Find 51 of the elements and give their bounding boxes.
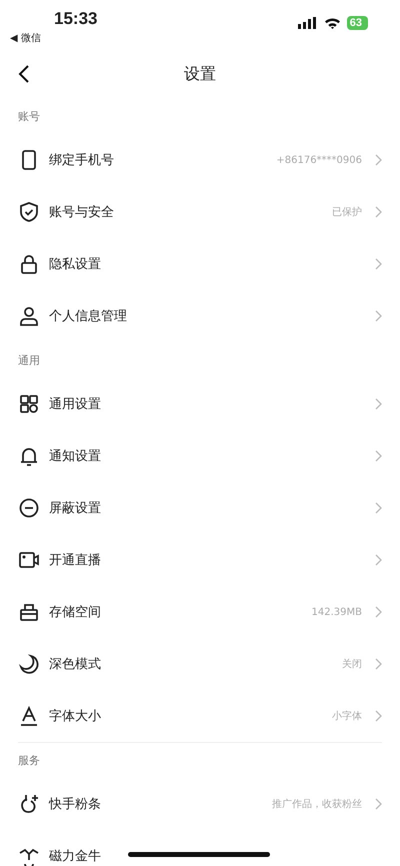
settings-row[interactable]: 个人信息管理 <box>0 290 400 342</box>
minus-circle-icon <box>18 497 40 519</box>
letter-icon <box>18 705 40 727</box>
chevron-right-icon <box>375 658 382 670</box>
battery-indicator: 63 <box>346 16 368 30</box>
chevron-right-icon <box>375 154 382 166</box>
back-icon[interactable] <box>18 64 30 84</box>
row-value: 推广作品，收获粉丝 <box>272 798 362 811</box>
wifi-icon <box>324 17 341 29</box>
chevron-right-icon <box>375 450 382 462</box>
person-icon <box>18 305 40 327</box>
settings-row[interactable]: 快手粉条 推广作品，收获粉丝 <box>0 778 400 830</box>
chevron-right-icon <box>375 206 382 218</box>
chevron-right-icon <box>375 310 382 322</box>
section-header: 服务 <box>18 752 40 768</box>
shield-icon <box>18 201 40 223</box>
settings-row[interactable]: 绑定手机号 +86176****0906 <box>0 134 400 186</box>
camera-icon <box>18 549 40 571</box>
settings-row[interactable]: 磁力金牛 <box>0 830 400 866</box>
chevron-right-icon <box>375 798 382 810</box>
settings-row[interactable]: 账号与安全 已保护 <box>0 186 400 238</box>
settings-row[interactable]: 存储空间 142.39MB <box>0 586 400 638</box>
chevron-right-icon <box>375 502 382 514</box>
chevron-right-icon <box>375 554 382 566</box>
section-header: 账号 <box>18 108 40 124</box>
status-time: 15:33 <box>54 9 98 29</box>
chevron-right-icon <box>375 710 382 722</box>
chevron-right-icon <box>375 606 382 618</box>
row-value: 142.39MB <box>312 606 362 618</box>
settings-row[interactable]: 深色模式 关闭 <box>0 638 400 690</box>
settings-row[interactable]: 隐私设置 <box>0 238 400 290</box>
lock-icon <box>18 253 40 275</box>
row-value: 关闭 <box>342 658 362 671</box>
section-header: 通用 <box>18 352 40 368</box>
settings-row[interactable]: 字体大小 小字体 <box>0 690 400 742</box>
settings-row[interactable]: 通用设置 <box>0 378 400 430</box>
row-value: 小字体 <box>332 710 362 723</box>
settings-row[interactable]: 屏蔽设置 <box>0 482 400 534</box>
chevron-right-icon <box>375 398 382 410</box>
moon-icon <box>18 653 40 675</box>
row-value: +86176****0906 <box>276 154 362 166</box>
settings-row[interactable]: 开通直播 <box>0 534 400 586</box>
bell-icon <box>18 445 40 467</box>
grid-icon <box>18 393 40 415</box>
settings-row[interactable]: 通知设置 <box>0 430 400 482</box>
row-value: 已保护 <box>332 206 362 219</box>
back-to-app-link[interactable]: ◀ 微信 <box>10 31 98 45</box>
page-title: 设置 <box>184 64 216 84</box>
box-icon <box>18 601 40 623</box>
chevron-right-icon <box>375 258 382 270</box>
signal-icon <box>298 17 318 29</box>
